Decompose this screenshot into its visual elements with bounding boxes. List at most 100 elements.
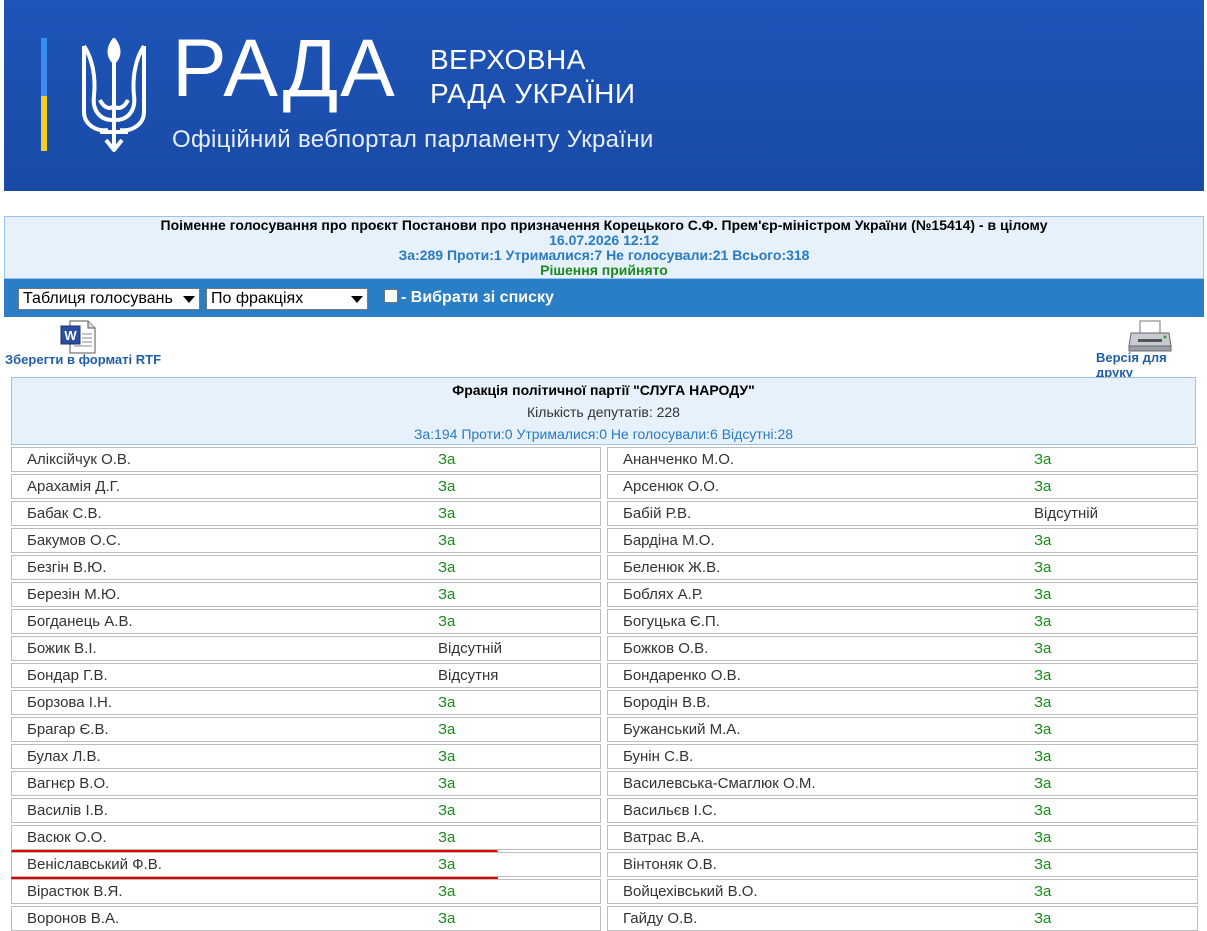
flag-stripe-blue <box>41 38 47 96</box>
deputy-name: Вінтоняк О.В. <box>623 856 717 873</box>
deputy-name: Богуцька Є.П. <box>623 613 720 630</box>
word-document-icon[interactable]: W <box>60 320 96 354</box>
deputy-vote: За <box>1034 451 1052 468</box>
filter-toolbar: Таблиця голосувань По фракціях - Вибрати… <box>4 279 1204 317</box>
table-row: Вірастюк В.Я. За <box>11 879 601 904</box>
deputy-vote: За <box>438 586 456 603</box>
faction-summary: Фракція політичної партії "СЛУГА НАРОДУ"… <box>11 377 1196 445</box>
deputy-name: Беленюк Ж.В. <box>623 559 721 576</box>
deputy-name: Войцехівський В.О. <box>623 883 758 900</box>
faction-vote-stats: За:194 Проти:0 Утрималися:0 Не голосувал… <box>413 426 794 442</box>
table-row: Васильєв І.С. За <box>607 798 1198 823</box>
deputy-vote: За <box>1034 694 1052 711</box>
deputy-vote: За <box>438 748 456 765</box>
deputy-vote: За <box>1034 559 1052 576</box>
deputy-vote: За <box>438 829 456 846</box>
deputy-vote: За <box>438 802 456 819</box>
deputy-name: Борзова І.Н. <box>27 694 113 711</box>
deputy-name: Боблях А.Р. <box>623 586 704 603</box>
deputy-vote: За <box>438 532 456 549</box>
deputy-name: Божков О.В. <box>623 640 709 657</box>
deputy-name: Веніславський Ф.В. <box>27 856 162 873</box>
table-row: Бабій Р.В. Відсутній <box>607 501 1198 526</box>
save-rtf-link[interactable]: Зберегти в форматі RTF <box>5 352 161 367</box>
deputy-name: Бабак С.В. <box>27 505 102 522</box>
vote-decision: Рішення прийнято <box>540 262 668 278</box>
select-from-list-label[interactable]: - Вибрати зі списку <box>401 289 554 307</box>
table-row: Вінтоняк О.В. За <box>607 852 1198 877</box>
logo-subtitle-line1: ВЕРХОВНА <box>430 44 586 75</box>
table-row: Бородін В.В. За <box>607 690 1198 715</box>
deputy-vote: За <box>438 883 456 900</box>
table-row: Бунін С.В. За <box>607 744 1198 769</box>
deputy-vote: За <box>438 613 456 630</box>
deputy-name: Бондаренко О.В. <box>623 667 741 684</box>
deputy-name: Васюк О.О. <box>27 829 107 846</box>
deputy-vote: За <box>1034 775 1052 792</box>
deputy-vote: За <box>1034 640 1052 657</box>
chevron-down-icon <box>351 296 363 303</box>
table-row: Булах Л.В. За <box>11 744 601 769</box>
logo-title[interactable]: РАДА <box>172 28 397 110</box>
vote-counts: За:289 Проти:1 Утрималися:7 Не голосувал… <box>398 247 810 263</box>
table-row: Ватрас В.А. За <box>607 825 1198 850</box>
deputy-vote: За <box>1034 586 1052 603</box>
grouping-select[interactable]: По фракціях <box>206 288 368 310</box>
table-row: Арсенюк О.О. За <box>607 474 1198 499</box>
table-row: Брагар Є.В. За <box>11 717 601 742</box>
table-row: Божик В.І. Відсутній <box>11 636 601 661</box>
deputy-name: Бабій Р.В. <box>623 505 692 522</box>
logo-tagline: Офіційний вебпортал парламенту України <box>172 126 654 153</box>
grouping-select-value: По фракціях <box>211 290 304 307</box>
deputy-vote: За <box>1034 748 1052 765</box>
table-row: Бардіна М.О. За <box>607 528 1198 553</box>
table-row: Бондаренко О.В. За <box>607 663 1198 688</box>
deputy-vote: За <box>1034 667 1052 684</box>
table-row: Бондар Г.В. Відсутня <box>11 663 601 688</box>
deputy-name: Безгін В.Ю. <box>27 559 107 576</box>
faction-deputy-count: Кількість депутатів: 228 <box>527 404 680 420</box>
table-row: Божков О.В. За <box>607 636 1198 661</box>
view-type-select-value: Таблиця голосувань <box>23 290 173 307</box>
deputy-name: Васильєв І.С. <box>623 802 717 819</box>
deputy-name: Воронов В.А. <box>27 910 120 927</box>
deputy-name: Брагар Є.В. <box>27 721 109 738</box>
deputy-name: Березін М.Ю. <box>27 586 121 603</box>
table-row: Василевська-Смаглюк О.М. За <box>607 771 1198 796</box>
view-type-select[interactable]: Таблиця голосувань <box>18 288 200 310</box>
table-row: Василів І.В. За <box>11 798 601 823</box>
printer-icon[interactable] <box>1128 320 1172 352</box>
deputy-vote: За <box>1034 910 1052 927</box>
deputy-vote: За <box>438 451 456 468</box>
table-row: Березін М.Ю. За <box>11 582 601 607</box>
chevron-down-icon <box>183 296 195 303</box>
deputy-name: Василевська-Смаглюк О.М. <box>623 775 816 792</box>
faction-name: Фракція політичної партії "СЛУГА НАРОДУ" <box>452 382 755 398</box>
print-version-link[interactable]: Версія для друку <box>1096 350 1207 380</box>
deputy-vote: За <box>438 478 456 495</box>
table-row: Бужанський М.А. За <box>607 717 1198 742</box>
table-row: Беленюк Ж.В. За <box>607 555 1198 580</box>
select-from-list-checkbox[interactable] <box>384 289 398 303</box>
table-row: Богуцька Є.П. За <box>607 609 1198 634</box>
deputy-name: Бакумов О.С. <box>27 532 121 549</box>
table-row: Арахамія Д.Г. За <box>11 474 601 499</box>
deputy-name: Бужанський М.А. <box>623 721 741 738</box>
deputy-vote: За <box>438 721 456 738</box>
table-row: Богданець А.В. За <box>11 609 601 634</box>
deputy-vote: За <box>1034 721 1052 738</box>
trident-emblem-icon[interactable] <box>78 36 150 154</box>
logo-subtitle: ВЕРХОВНА РАДА УКРАЇНИ <box>430 43 636 111</box>
table-row: Безгін В.Ю. За <box>11 555 601 580</box>
deputy-name: Ананченко М.О. <box>623 451 735 468</box>
table-row: Бакумов О.С. За <box>11 528 601 553</box>
deputy-name: Бородін В.В. <box>623 694 711 711</box>
deputy-name: Вірастюк В.Я. <box>27 883 123 900</box>
deputy-name: Гайду О.В. <box>623 910 698 927</box>
table-row: Бабак С.В. За <box>11 501 601 526</box>
deputy-name: Аліксійчук О.В. <box>27 451 132 468</box>
deputy-vote: За <box>1034 883 1052 900</box>
deputy-name: Булах Л.В. <box>27 748 101 765</box>
deputy-vote: За <box>1034 532 1052 549</box>
deputy-vote: За <box>1034 478 1052 495</box>
